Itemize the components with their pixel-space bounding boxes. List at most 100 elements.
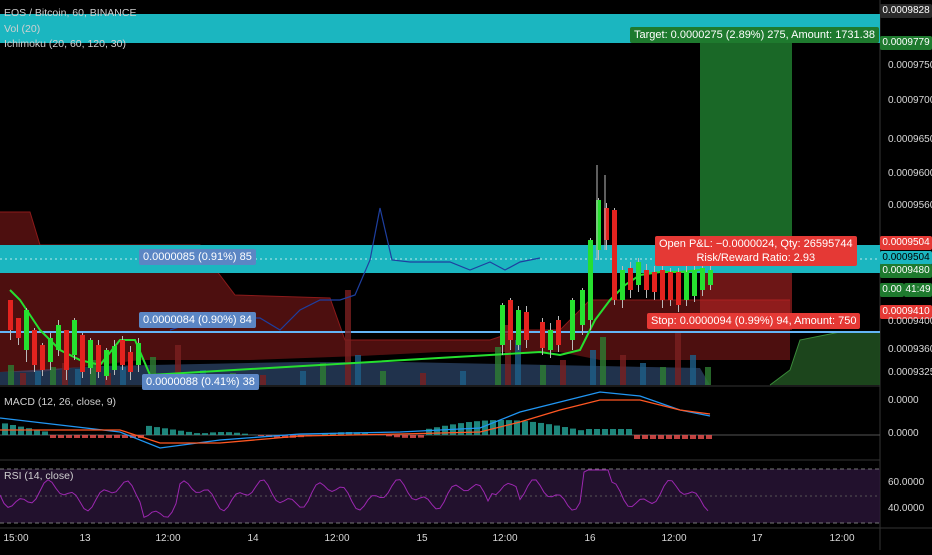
- volume-bar: [320, 363, 326, 385]
- macd-histogram-bar: [242, 434, 248, 435]
- volume-bar: [590, 350, 596, 385]
- macd-histogram-bar: [226, 432, 232, 435]
- macd-histogram-bar: [58, 435, 64, 438]
- candle-body: [628, 268, 633, 290]
- price-axis-label: 0.0009504: [880, 251, 932, 265]
- macd-histogram-bar: [666, 435, 672, 439]
- price-axis-label: 0.0009779: [880, 36, 932, 50]
- candle-body: [700, 268, 705, 290]
- candle-body: [48, 338, 53, 362]
- macd-axis-label: 0.0000: [888, 395, 919, 406]
- candle-body: [88, 340, 93, 368]
- price-axis-label: 0.0009750: [888, 60, 932, 71]
- macd-histogram-bar: [642, 435, 648, 439]
- volume-bar: [8, 365, 14, 385]
- candle-body: [128, 352, 133, 372]
- macd-histogram-bar: [18, 427, 24, 435]
- range-label-3[interactable]: 0.0000088 (0.41%) 38: [142, 374, 259, 390]
- candle-body: [72, 320, 77, 355]
- macd-histogram-bar: [410, 435, 416, 438]
- time-axis-label: 17: [751, 533, 762, 544]
- symbol-legend[interactable]: EOS / Bitcoin, 60, BINANCE: [4, 7, 136, 19]
- ichimoku-legend[interactable]: Ichimoku (20, 60, 120, 30): [4, 38, 126, 50]
- candle-body: [136, 343, 141, 365]
- macd-histogram-bar: [522, 421, 528, 435]
- volume-bar: [620, 355, 626, 385]
- macd-histogram-bar: [178, 431, 184, 435]
- rsi-axis-label: 40.0000: [888, 503, 924, 514]
- macd-histogram-bar: [402, 435, 408, 438]
- macd-histogram-bar: [26, 428, 32, 435]
- time-axis-label: 12:00: [492, 533, 517, 544]
- macd-histogram-bar: [506, 420, 512, 435]
- macd-histogram-bar: [186, 432, 192, 435]
- macd-histogram-bar: [154, 427, 160, 435]
- rsi-legend[interactable]: RSI (14, close): [4, 470, 73, 482]
- macd-histogram-bar: [170, 430, 176, 436]
- macd-histogram-bar: [682, 435, 688, 439]
- macd-histogram-bar: [434, 427, 440, 435]
- macd-histogram-bar: [418, 435, 424, 438]
- candle-body: [80, 335, 85, 372]
- price-chart[interactable]: [0, 0, 932, 550]
- price-axis-label: 0.0009325: [888, 367, 932, 378]
- volume-bar: [540, 365, 546, 385]
- macd-histogram-bar: [650, 435, 656, 439]
- macd-histogram-bar: [546, 424, 552, 435]
- macd-histogram-bar: [530, 422, 536, 435]
- volume-bar: [300, 371, 306, 385]
- chart-area[interactable]: EOS / Bitcoin, 60, BINANCE Vol (20) Ichi…: [0, 0, 932, 550]
- price-axis-label: 41:49: [904, 283, 932, 297]
- candle-body: [56, 325, 61, 350]
- time-axis-label: 12:00: [324, 533, 349, 544]
- volume-legend[interactable]: Vol (20): [4, 23, 40, 35]
- macd-legend[interactable]: MACD (12, 26, close, 9): [4, 396, 116, 408]
- time-axis-label: 15: [416, 533, 427, 544]
- candle-body: [620, 270, 625, 300]
- candle-body: [588, 240, 593, 320]
- macd-histogram-bar: [386, 435, 392, 436]
- candle-body: [668, 272, 673, 300]
- candle-body: [112, 346, 117, 370]
- target-label[interactable]: Target: 0.0000275 (2.89%) 275, Amount: 1…: [630, 27, 879, 43]
- macd-histogram-bar: [562, 427, 568, 435]
- macd-histogram-bar: [234, 433, 240, 435]
- macd-histogram-bar: [586, 429, 592, 435]
- candle-body: [516, 310, 521, 345]
- range-label-1[interactable]: 0.0000085 (0.91%) 85: [139, 249, 256, 265]
- volume-bar: [35, 371, 41, 385]
- macd-histogram-bar: [74, 435, 80, 438]
- macd-histogram-bar: [90, 435, 96, 438]
- range-label-2[interactable]: 0.0000084 (0.90%) 84: [139, 312, 256, 328]
- stop-label[interactable]: Stop: 0.0000094 (0.99%) 94, Amount: 750: [647, 313, 860, 329]
- macd-histogram-bar: [674, 435, 680, 439]
- price-axis-label: 0.0009560: [888, 200, 932, 211]
- volume-bar: [260, 375, 266, 385]
- volume-bar: [640, 363, 646, 385]
- price-axis-label: 0.0009650: [888, 134, 932, 145]
- time-axis-label: 12:00: [155, 533, 180, 544]
- candle-body: [104, 350, 109, 376]
- volume-bar: [20, 373, 26, 385]
- macd-histogram-bar: [162, 428, 168, 435]
- candle-body: [636, 262, 641, 285]
- macd-histogram-bar: [202, 433, 208, 435]
- candle-body: [580, 290, 585, 325]
- macd-histogram-bar: [114, 435, 120, 438]
- macd-histogram-bar: [602, 429, 608, 435]
- candle-body: [708, 270, 713, 285]
- macd-histogram-bar: [426, 429, 432, 435]
- price-axis-label: 0.00: [880, 283, 904, 297]
- macd-histogram-bar: [194, 433, 200, 435]
- pnl-label[interactable]: Open P&L: −0.0000024, Qty: 26595744 Risk…: [655, 236, 857, 266]
- candle-body: [120, 340, 125, 365]
- price-axis-label: 0.0009828: [880, 4, 932, 18]
- macd-axis-label: 0.0000: [888, 428, 919, 439]
- macd-histogram-bar: [634, 435, 640, 439]
- time-axis-label: 16: [584, 533, 595, 544]
- time-axis-label: 15:00: [3, 533, 28, 544]
- volume-bar: [495, 347, 501, 385]
- rsi-axis-label: 60.0000: [888, 477, 924, 488]
- target-box: [700, 43, 792, 253]
- volume-bar: [345, 290, 351, 385]
